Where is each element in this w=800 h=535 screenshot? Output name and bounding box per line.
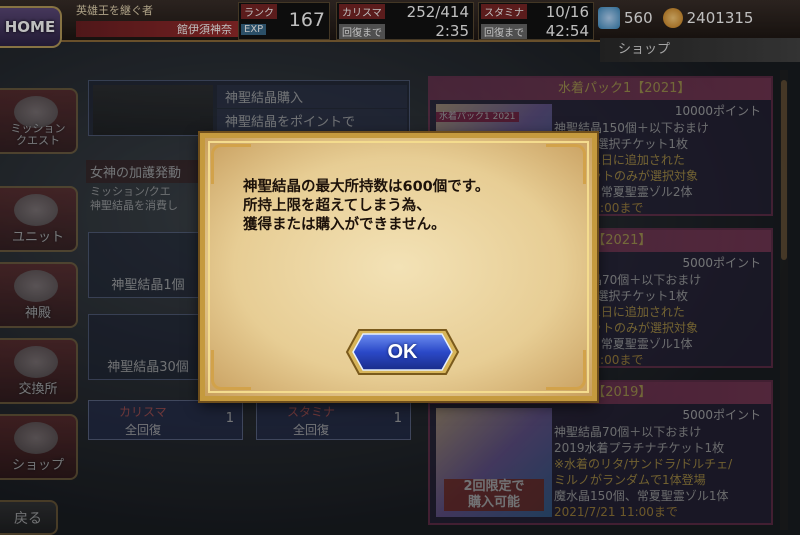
dialog-message: 神聖結晶の最大所持数は600個です。 所持上限を超えてしまう為、 獲得または購入… xyxy=(243,179,490,233)
ok-label: OK xyxy=(387,341,418,363)
max-crystals-dialog: 神聖結晶の最大所持数は600個です。 所持上限を超えてしまう為、 獲得または購入… xyxy=(200,133,597,401)
ok-button[interactable]: OK xyxy=(345,328,460,376)
ornament-corner xyxy=(546,350,586,390)
ornament-corner xyxy=(211,350,251,390)
